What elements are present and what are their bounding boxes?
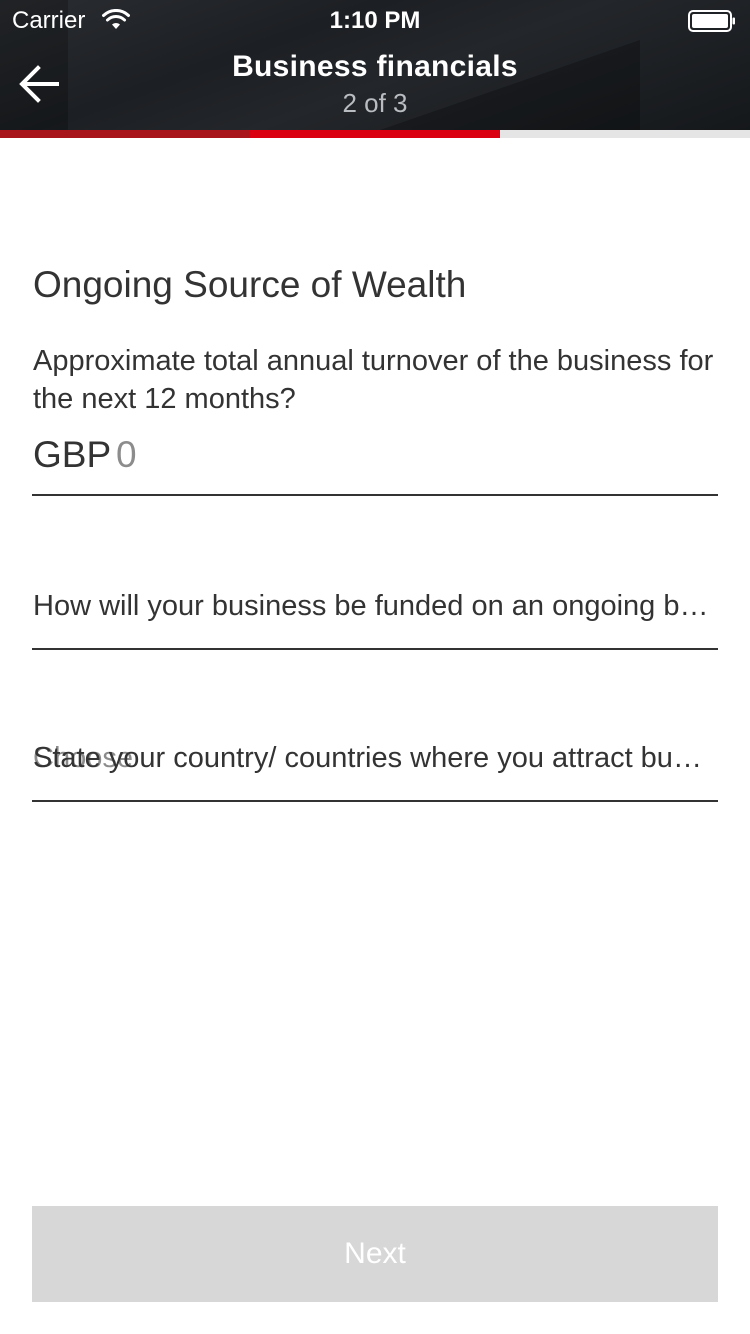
countries-select[interactable]: Choose State your country/ countries whe… [32,742,718,802]
turnover-placeholder: 0 [116,434,137,475]
progress-step-1 [0,130,250,138]
step-indicator: 2 of 3 [342,88,408,118]
progress-step-2 [250,130,500,138]
turnover-question: Approximate total annual turnover of the… [33,345,714,415]
funding-select[interactable]: How will your business be funded on an o… [32,590,718,650]
currency-label: GBP [33,434,112,475]
battery-icon [688,10,736,32]
app-header: Carrier 1:10 PM Business financials 2 of… [0,0,750,130]
next-button[interactable]: Next [32,1206,718,1302]
funding-label: How will your business be funded on an o… [33,590,713,622]
section-title: Ongoing Source of Wealth [33,264,467,305]
page-title: Business financials [232,50,518,83]
status-bar: Carrier 1:10 PM [0,0,750,40]
turnover-input[interactable]: GBP 0 [32,432,718,496]
progress-bar [0,130,750,138]
status-time: 1:10 PM [329,7,421,34]
countries-label: State your country/ countries where you … [33,742,713,774]
